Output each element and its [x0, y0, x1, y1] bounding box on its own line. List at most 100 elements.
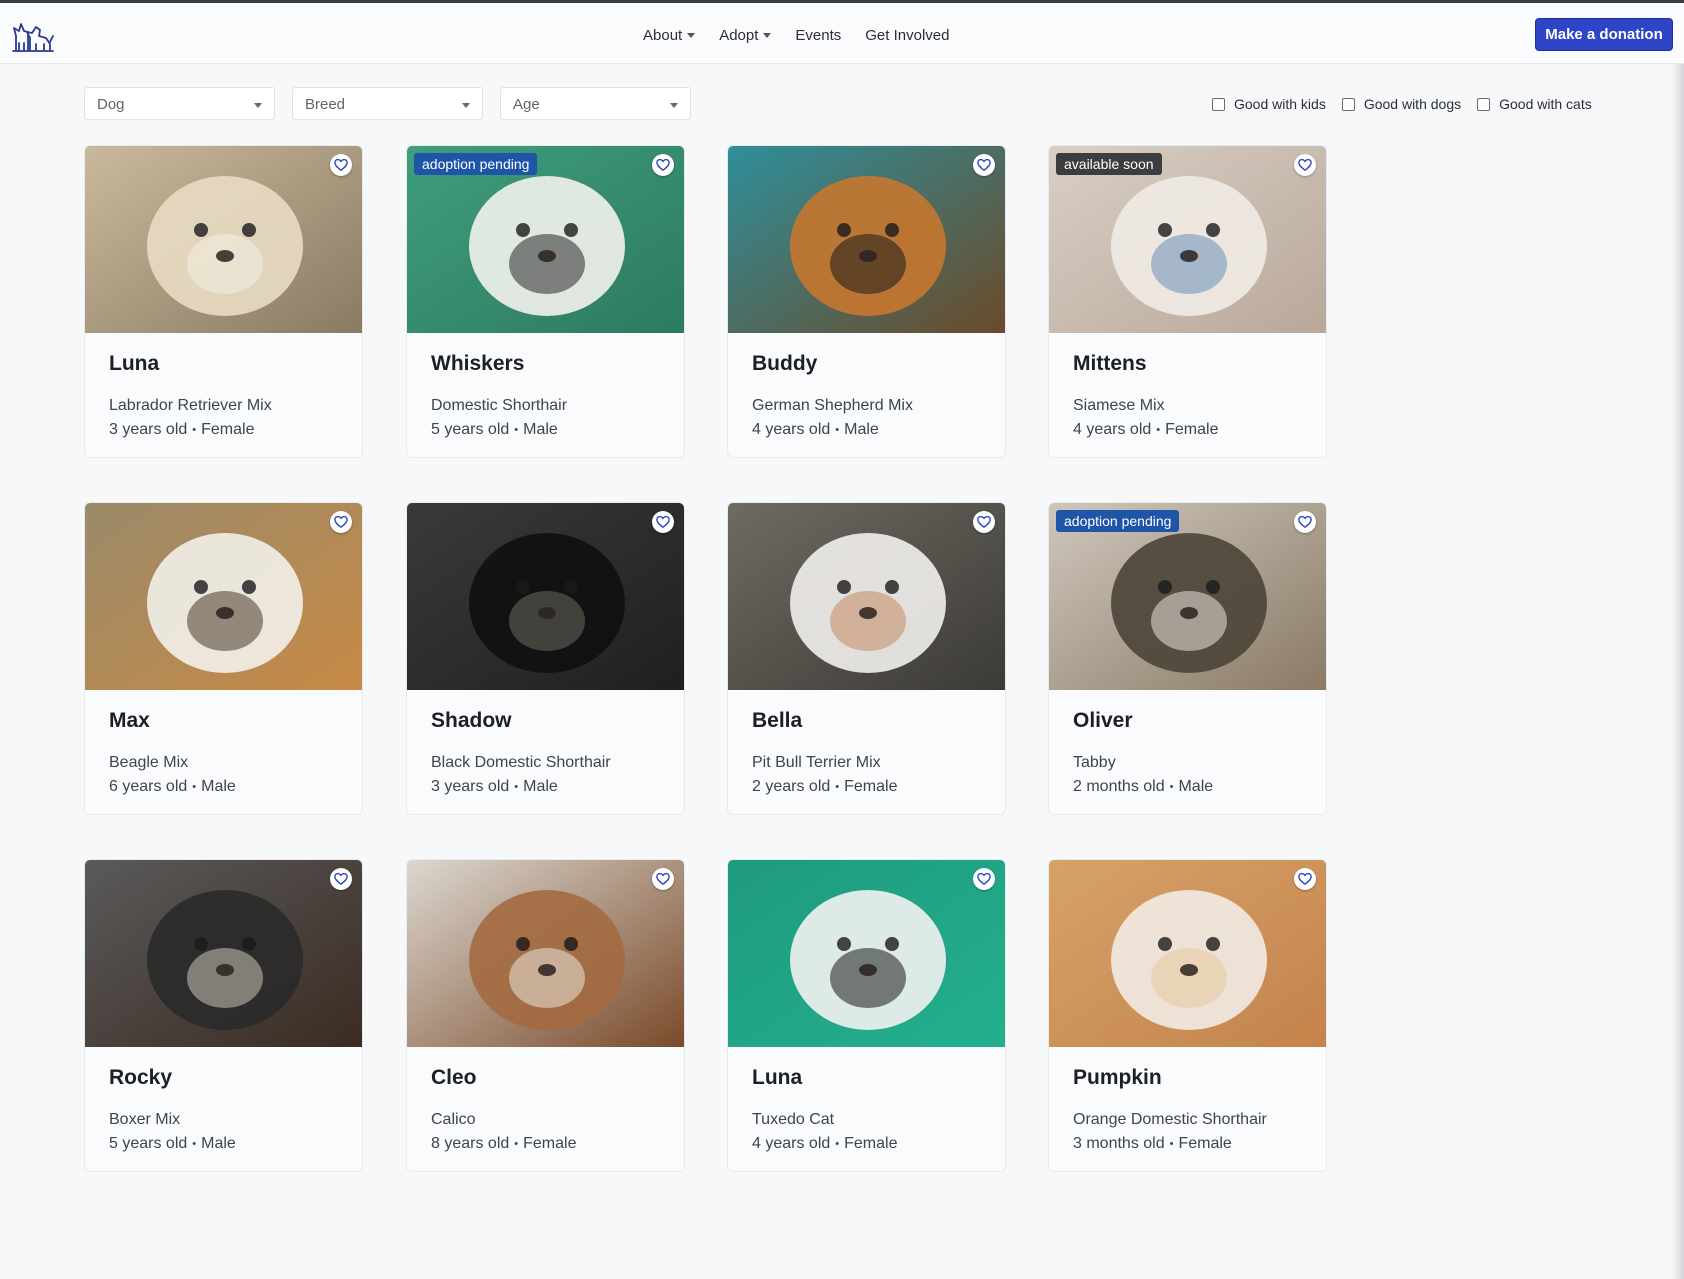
pet-breed: Siamese Mix [1073, 397, 1165, 414]
breed-select[interactable]: Breed [292, 87, 483, 120]
pet-sex: Female [844, 778, 898, 795]
favorite-heart-icon[interactable] [973, 154, 995, 176]
checkbox-box[interactable] [1212, 97, 1225, 111]
pet-age: 2 years old [752, 778, 831, 795]
pet-breed: Orange Domestic Shorthair [1073, 1111, 1267, 1128]
separator-dot: • [835, 1138, 840, 1150]
separator-dot: • [514, 781, 519, 793]
pet-name[interactable]: Mittens [1073, 352, 1147, 376]
breed-select-value: Breed [305, 96, 346, 113]
filter-bar: Dog Breed Age [84, 87, 708, 120]
pet-age-sex: 4 years old • Female [1073, 421, 1218, 439]
checkbox-label: Good with dogs [1363, 96, 1462, 112]
separator-dot: • [192, 1138, 197, 1150]
pet-name[interactable]: Max [109, 709, 150, 733]
pet-card[interactable]: Bella Pit Bull Terrier Mix 2 years old • Fem… [727, 502, 1006, 815]
scrollbar-track[interactable] [1672, 64, 1684, 1279]
favorite-heart-icon[interactable] [330, 868, 352, 890]
separator-dot: • [1169, 1138, 1174, 1150]
pet-name[interactable]: Buddy [752, 352, 817, 376]
pet-age: 4 years old [752, 1135, 831, 1152]
checkbox-good-with-dogs[interactable]: Good with dogs [1341, 96, 1462, 112]
chevron-down-icon [254, 103, 262, 108]
pet-card[interactable]: adoption pending Oliver Tabby 2 months old •… [1048, 502, 1327, 815]
make-donation-button[interactable]: Make a donation [1535, 18, 1673, 51]
main-nav: About Adopt Events Get Involved [643, 23, 973, 47]
pet-sex: Male [201, 1135, 236, 1152]
pet-card[interactable]: Pumpkin Orange Domestic Shorthair 3 months… [1048, 859, 1327, 1172]
pet-photo[interactable] [407, 860, 684, 1047]
pet-age-sex: 3 years old • Female [109, 421, 254, 439]
pet-sex: Female [844, 1135, 898, 1152]
pet-name[interactable]: Luna [752, 1066, 802, 1090]
pet-photo[interactable] [728, 503, 1005, 690]
pet-age-sex: 8 years old • Female [431, 1135, 576, 1153]
pet-sex: Male [844, 421, 879, 438]
nav-link-get-involved[interactable]: Get Involved [865, 27, 949, 44]
pet-card[interactable]: Cleo Calico 8 years old • Female [406, 859, 685, 1172]
checkbox-good-with-kids[interactable]: Good with kids [1212, 96, 1326, 112]
pet-name[interactable]: Shadow [431, 709, 512, 733]
status-badge: available soon [1056, 153, 1162, 175]
pet-name[interactable]: Cleo [431, 1066, 477, 1090]
pet-card[interactable]: Rocky Boxer Mix 5 years old • Male [84, 859, 363, 1172]
pet-breed: Pit Bull Terrier Mix [752, 754, 881, 771]
pet-photo[interactable] [728, 860, 1005, 1047]
checkbox-box[interactable] [1477, 97, 1491, 111]
separator-dot: • [192, 781, 197, 793]
species-select[interactable]: Dog [84, 87, 275, 120]
pet-breed: German Shepherd Mix [752, 397, 913, 414]
favorite-heart-icon[interactable] [652, 154, 674, 176]
separator-dot: • [1156, 424, 1161, 436]
nav-link-events[interactable]: Events [795, 27, 841, 44]
pet-grid: Luna Labrador Retriever Mix 3 years old • Fe… [84, 145, 1327, 1172]
pet-photo[interactable] [728, 146, 1005, 333]
pet-card[interactable]: Shadow Black Domestic Shorthair 3 years ol… [406, 502, 685, 815]
favorite-heart-icon[interactable] [1294, 868, 1316, 890]
pet-age-sex: 4 years old • Male [752, 421, 879, 439]
favorite-heart-icon[interactable] [330, 154, 352, 176]
chevron-down-icon [462, 103, 470, 108]
pet-breed: Domestic Shorthair [431, 397, 568, 414]
pet-photo[interactable] [1049, 860, 1326, 1047]
separator-dot: • [514, 1138, 519, 1150]
pet-name[interactable]: Luna [109, 352, 159, 376]
pet-card[interactable]: Max Beagle Mix 6 years old • Male [84, 502, 363, 815]
age-select-value: Age [513, 96, 540, 113]
nav-link-label: Adopt [719, 26, 759, 44]
pet-photo[interactable] [85, 503, 362, 690]
favorite-heart-icon[interactable] [652, 868, 674, 890]
pet-card[interactable]: Luna Tuxedo Cat 4 years old • Female [727, 859, 1006, 1172]
separator-dot: • [835, 781, 840, 793]
pet-age: 3 months old [1073, 1135, 1165, 1152]
checkbox-box[interactable] [1341, 97, 1355, 111]
pet-name[interactable]: Whiskers [431, 352, 524, 376]
age-select[interactable]: Age [500, 87, 691, 120]
pet-photo[interactable] [407, 503, 684, 690]
pet-photo[interactable] [85, 146, 362, 333]
pet-name[interactable]: Rocky [109, 1066, 172, 1090]
pet-card[interactable]: Luna Labrador Retriever Mix 3 years old • Fe… [84, 145, 363, 458]
status-badge: adoption pending [1056, 510, 1180, 532]
pet-photo[interactable] [85, 860, 362, 1047]
pet-name[interactable]: Pumpkin [1073, 1066, 1162, 1090]
favorite-heart-icon[interactable] [1294, 154, 1316, 176]
pet-age: 3 years old [431, 778, 510, 795]
favorite-heart-icon[interactable] [652, 511, 674, 533]
pet-name[interactable]: Bella [752, 709, 802, 733]
checkbox-good-with-cats[interactable]: Good with cats [1477, 96, 1592, 112]
nav-link-about[interactable]: About [643, 27, 696, 44]
pet-age: 4 years old [752, 421, 831, 438]
pet-card[interactable]: available soon Mittens Siamese Mix 4 years … [1048, 145, 1327, 458]
favorite-heart-icon[interactable] [973, 511, 995, 533]
checkbox-label: Good with cats [1499, 96, 1592, 112]
dog-and-cat-logo-icon[interactable] [12, 16, 54, 54]
favorite-heart-icon[interactable] [973, 868, 995, 890]
nav-link-adopt[interactable]: Adopt [719, 26, 772, 44]
favorite-heart-icon[interactable] [330, 511, 352, 533]
pet-card[interactable]: adoption pending Whiskers Domestic Shortha… [406, 145, 685, 458]
pet-card[interactable]: Buddy German Shepherd Mix 4 years old • Male [727, 145, 1006, 458]
pet-age: 8 years old [431, 1135, 510, 1152]
pet-name[interactable]: Oliver [1073, 709, 1133, 733]
favorite-heart-icon[interactable] [1294, 511, 1316, 533]
